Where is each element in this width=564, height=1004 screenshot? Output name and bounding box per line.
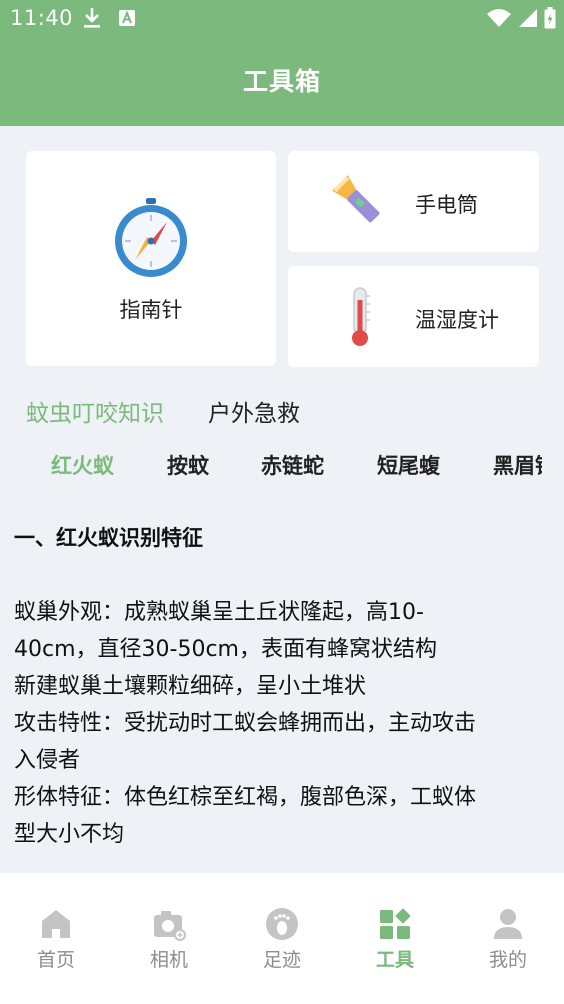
article-line: 新建蚁巢土壤颗粒细碎，呈小土堆状	[14, 674, 367, 699]
article-line: 型大小不均	[14, 822, 125, 847]
subtab-red-banded-snake[interactable]: 赤链蛇	[261, 450, 324, 480]
battery-icon	[544, 7, 556, 29]
subtab-anopheles[interactable]: 按蚊	[167, 450, 209, 480]
signal-icon	[519, 9, 537, 27]
article-line: 入侵者	[14, 748, 81, 773]
nav-profile-label: 我的	[488, 949, 527, 971]
tab-outdoor-first-aid[interactable]: 户外急救	[208, 394, 300, 428]
nav-tools[interactable]: 工具	[339, 907, 451, 972]
article-heading: 一、红火蚁识别特征	[14, 526, 203, 550]
nav-footprint-label: 足迹	[262, 949, 301, 971]
flashlight-label: 手电筒	[415, 193, 478, 217]
wifi-icon	[487, 9, 511, 27]
accessibility-icon	[119, 10, 135, 26]
home-icon	[42, 910, 70, 938]
nav-footprint[interactable]: 足迹	[226, 907, 338, 972]
main-tabs: 蚊虫叮咬知识 户外急救	[26, 394, 300, 428]
profile-icon	[494, 909, 522, 939]
nav-camera[interactable]: 相机	[113, 907, 225, 972]
nav-home-label: 首页	[36, 949, 75, 971]
status-bar: 11:40	[0, 0, 564, 38]
article-line: 形体特征：体色红棕至红褐，腹部色深，工蚁体	[14, 785, 477, 810]
status-time: 11:40	[10, 6, 74, 30]
tab-mosquito-knowledge[interactable]: 蚊虫叮咬知识	[26, 394, 164, 428]
compass-tool-card[interactable]: 指南针	[26, 151, 276, 366]
camera-icon	[154, 911, 186, 941]
subtab-short-tailed-viper[interactable]: 短尾蝮	[377, 450, 440, 480]
compass-label: 指南针	[119, 298, 183, 322]
status-icons	[486, 6, 556, 30]
page-title: 工具箱	[242, 67, 321, 96]
article-line: 蚁巢外观：成熟蚁巢呈土丘状隆起，高10-	[14, 600, 424, 625]
thermometer-icon	[352, 287, 370, 346]
nav-camera-label: 相机	[149, 949, 188, 971]
thermometer-tool-card[interactable]: 温湿度计	[288, 266, 539, 367]
nav-home[interactable]: 首页	[0, 907, 112, 972]
footprint-icon	[266, 908, 298, 940]
subtab-red-fire-ant[interactable]: 红火蚁	[51, 450, 114, 480]
nav-tools-label: 工具	[375, 949, 414, 971]
article-line: 40cm，直径30-50cm，表面有蜂窝状结构	[14, 637, 437, 662]
bottom-nav: 首页 相机 足迹 工具 我的	[0, 873, 564, 1004]
article-content: 一、红火蚁识别特征 蚁巢外观：成熟蚁巢呈土丘状隆起，高10- 40cm，直径30…	[14, 522, 554, 853]
nav-profile[interactable]: 我的	[452, 907, 564, 972]
app-header: 11:40 工具箱	[0, 0, 564, 126]
tools-icon	[380, 908, 411, 939]
flashlight-icon	[332, 175, 380, 223]
subtab-beauty-rat-snake[interactable]: 黑眉锦蛇	[493, 450, 542, 480]
flashlight-tool-card[interactable]: 手电筒	[288, 151, 539, 252]
download-icon	[84, 8, 100, 28]
sub-tabs: 红火蚁 按蚊 赤链蛇 短尾蝮 黑眉锦蛇	[0, 450, 542, 484]
compass-icon	[115, 198, 187, 277]
thermometer-label: 温湿度计	[415, 308, 499, 332]
article-line: 攻击特性：受扰动时工蚁会蜂拥而出，主动攻击	[14, 711, 477, 736]
